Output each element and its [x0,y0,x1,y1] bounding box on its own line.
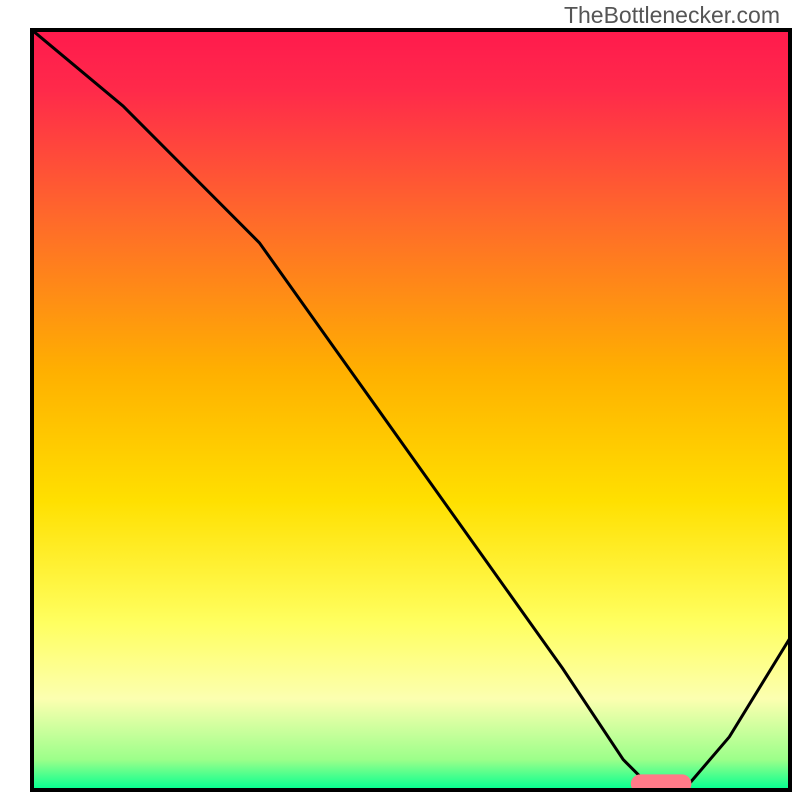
watermark-text: TheBottlenecker.com [564,2,780,29]
bottleneck-chart [0,0,800,800]
gradient-background [32,30,790,790]
chart-container: TheBottlenecker.com [0,0,800,800]
